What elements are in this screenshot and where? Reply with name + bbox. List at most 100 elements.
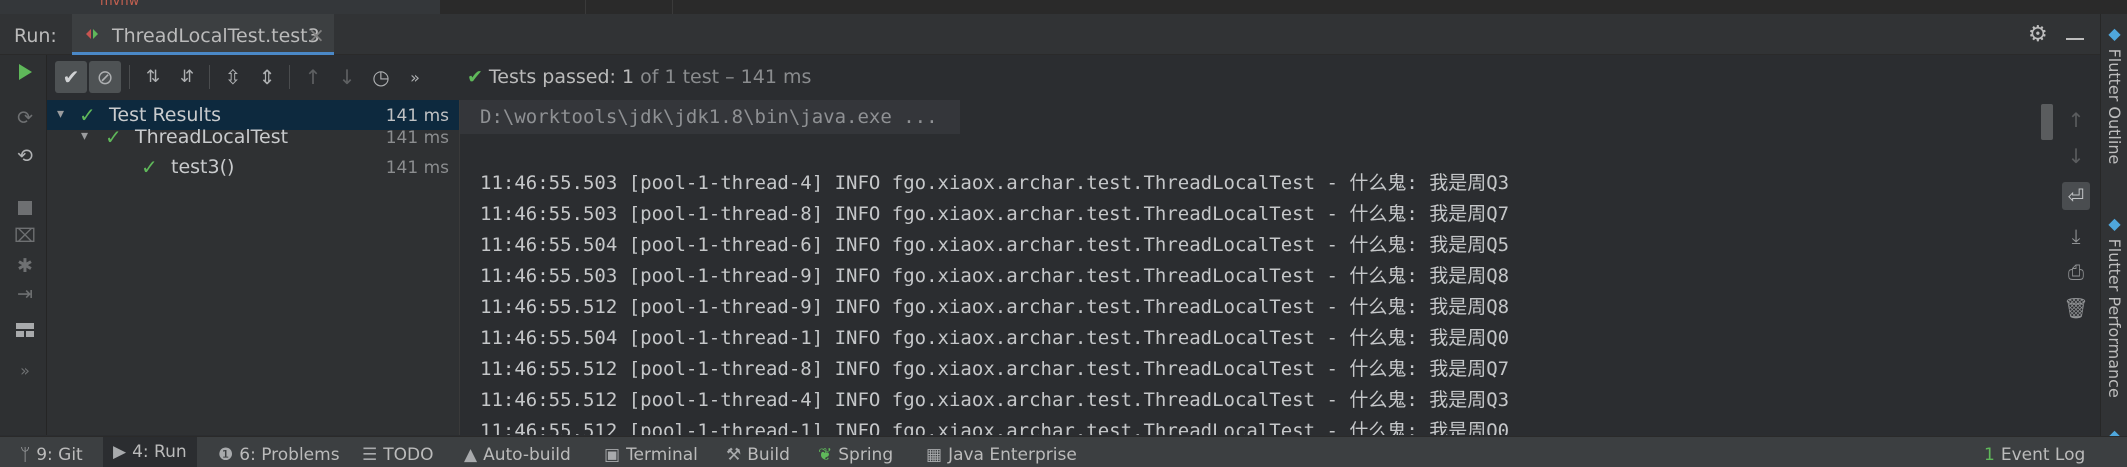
- previous-panel-strip: mvnw: [0, 0, 2127, 14]
- problems-tool-button[interactable]: ❶ 6: Problems: [218, 445, 340, 465]
- autobuild-tool-button[interactable]: ▲ Auto-build: [464, 445, 571, 465]
- tree-row-test3[interactable]: ✓ test3() 141 ms: [47, 152, 459, 182]
- todo-label: TODO: [383, 445, 434, 465]
- scroll-to-end-icon[interactable]: ⤓: [2062, 222, 2090, 250]
- close-icon[interactable]: ×: [308, 23, 325, 47]
- show-ignored-icon[interactable]: ⊘: [89, 61, 121, 93]
- tree-row-label: test3(): [171, 156, 235, 178]
- test-history-icon[interactable]: ◷: [365, 61, 397, 93]
- console-line: 11:46:55.504 [pool-1-thread-1] INFO fgo.…: [480, 327, 1510, 349]
- flutter-icon: ◆: [2105, 24, 2124, 49]
- java-enterprise-label: Java Enterprise: [948, 445, 1077, 465]
- previous-failed-icon[interactable]: ↑: [297, 61, 329, 93]
- warning-icon: ▲: [464, 445, 478, 465]
- arrow-up-icon[interactable]: ↑: [2062, 106, 2090, 134]
- build-label: Build: [747, 445, 790, 465]
- divider: [672, 0, 673, 14]
- chevron-down-icon[interactable]: ▾: [81, 128, 88, 144]
- tab-threadlocaltest-test3[interactable]: ThreadLocalTest.test3 ×: [72, 14, 334, 56]
- tree-row-time: 141 ms: [385, 128, 449, 148]
- sort-alphabetically-icon[interactable]: ⇅: [137, 61, 169, 93]
- test-results-tree: ▾ ✓ Test Results 141 ms ▾ ✓ ThreadLocalT…: [47, 100, 460, 435]
- stop-icon[interactable]: [12, 195, 38, 221]
- spring-tool-button[interactable]: ❦ Spring: [818, 445, 893, 465]
- passed-check-icon: ✓: [105, 125, 122, 149]
- soft-wrap-icon[interactable]: ⏎: [2062, 182, 2090, 210]
- exit-icon[interactable]: ⇥: [12, 281, 38, 307]
- more-icon[interactable]: »: [12, 357, 38, 383]
- show-passed-icon[interactable]: ✔: [55, 61, 87, 93]
- tree-row-threadlocaltest[interactable]: ▾ ✓ ThreadLocalTest 141 ms: [47, 122, 459, 152]
- expand-all-icon[interactable]: ⇳: [217, 61, 249, 93]
- console-command-line[interactable]: D:\worktools\jdk\jdk1.8\bin\java.exe ...: [460, 100, 960, 134]
- gear-icon[interactable]: ⚙: [2028, 22, 2048, 47]
- passed-count: 1: [621, 66, 635, 88]
- debug-bug-icon[interactable]: ✱: [12, 253, 38, 279]
- clear-all-trash-icon[interactable]: 🗑: [2062, 294, 2090, 322]
- play-icon: ▶: [113, 442, 127, 462]
- collapse-all-icon[interactable]: ⇕: [251, 61, 283, 93]
- java-enterprise-tool-button[interactable]: ▦ Java Enterprise: [926, 445, 1077, 465]
- console-line: 11:46:55.512 [pool-1-thread-9] INFO fgo.…: [480, 296, 1510, 318]
- git-branch-icon: ᛘ: [20, 445, 31, 465]
- event-log-count: 1: [1984, 445, 1995, 465]
- divider: [209, 65, 210, 89]
- more-icon[interactable]: »: [399, 61, 431, 93]
- flutter-outline-label: Flutter Outline: [2105, 48, 2124, 165]
- info-icon: ❶: [218, 445, 234, 465]
- tool-window-bar: ᛘ 9: Git ▶ 4: Run ❶ 6: Problems ☰ TODO ▲ Auto…: [0, 436, 2127, 467]
- todo-tool-button[interactable]: ☰ TODO: [362, 445, 434, 465]
- console-toolbar: ↑ ↓ ⏎ ⤓ ⎙ 🗑: [2054, 100, 2098, 435]
- run-tool-button[interactable]: ▶ 4: Run: [103, 437, 197, 467]
- autobuild-label: Auto-build: [483, 445, 571, 465]
- camera-icon[interactable]: ⌧: [12, 223, 38, 249]
- passed-check-icon: ✔: [467, 66, 483, 88]
- problems-label: 6: Problems: [239, 445, 340, 465]
- hammer-icon: ⚒: [726, 445, 742, 465]
- build-tool-button[interactable]: ⚒ Build: [726, 445, 790, 465]
- terminal-label: Terminal: [626, 445, 698, 465]
- run-label: Run:: [14, 25, 57, 47]
- console-line: 11:46:55.512 [pool-1-thread-4] INFO fgo.…: [480, 389, 1510, 411]
- mvnw-file-label[interactable]: mvnw: [100, 0, 139, 9]
- toggle-auto-test-icon[interactable]: ⟲: [12, 143, 38, 169]
- sort-by-duration-icon[interactable]: ⇵: [171, 61, 203, 93]
- print-icon[interactable]: ⎙: [2062, 258, 2090, 286]
- right-tool-strip: ◆ Flutter Outline ◆ Flutter Performance …: [2100, 14, 2127, 466]
- java-enterprise-icon: ▦: [926, 445, 943, 465]
- status-prefix: Tests passed:: [488, 66, 616, 88]
- tab-title: ThreadLocalTest.test3: [112, 25, 320, 47]
- console-line: 11:46:55.512 [pool-1-thread-8] INFO fgo.…: [480, 358, 1510, 380]
- console-line: 11:46:55.503 [pool-1-thread-4] INFO fgo.…: [480, 172, 1510, 194]
- event-log-tool-button[interactable]: 1 Event Log: [1984, 445, 2085, 465]
- spring-leaf-icon: ❦: [818, 445, 833, 465]
- run-side-toolbar: ⟳ ⟲ ⌧ ✱ ⇥ »: [0, 55, 47, 435]
- rerun-failed-icon[interactable]: ⟳: [12, 105, 38, 131]
- terminal-tool-button[interactable]: ▣ Terminal: [604, 445, 698, 465]
- chevron-down-icon[interactable]: ▾: [57, 106, 64, 122]
- console-line: 11:46:55.504 [pool-1-thread-6] INFO fgo.…: [480, 234, 1510, 256]
- git-tool-button[interactable]: ᛘ 9: Git: [20, 445, 83, 465]
- tree-row-label: ThreadLocalTest: [135, 126, 289, 148]
- flutter-icon: ◆: [2105, 214, 2124, 239]
- event-log-badge: 1: [1984, 445, 1995, 465]
- arrow-down-icon[interactable]: ↓: [2062, 142, 2090, 170]
- console-line: 11:46:55.503 [pool-1-thread-8] INFO fgo.…: [480, 203, 1510, 225]
- divider: [129, 65, 130, 89]
- flutter-outline-tab[interactable]: ◆ Flutter Outline: [2105, 24, 2124, 164]
- minimize-icon[interactable]: [2066, 38, 2084, 40]
- console-scrollbar[interactable]: [2041, 104, 2053, 140]
- terminal-icon: ▣: [604, 445, 621, 465]
- rerun-icon[interactable]: [12, 59, 38, 85]
- divider: [289, 65, 290, 89]
- console-line: 11:46:55.512 [pool-1-thread-1] INFO fgo.…: [480, 420, 1510, 435]
- flutter-performance-tab[interactable]: ◆ Flutter Performance: [2105, 214, 2124, 398]
- junit-run-config-icon: [86, 29, 98, 39]
- next-failed-icon[interactable]: ↓: [331, 61, 363, 93]
- console-output[interactable]: D:\worktools\jdk\jdk1.8\bin\java.exe ...…: [460, 100, 2040, 435]
- previous-panel-selection: [0, 0, 440, 14]
- tree-row-time: 141 ms: [385, 158, 449, 178]
- test-runner-toolbar: ✔ ⊘ ⇅ ⇵ ⇳ ⇕ ↑ ↓ ◷ » ✔ Tests passed: 1 of …: [47, 55, 2057, 99]
- layout-icon[interactable]: [12, 317, 38, 343]
- git-label: 9: Git: [36, 445, 83, 465]
